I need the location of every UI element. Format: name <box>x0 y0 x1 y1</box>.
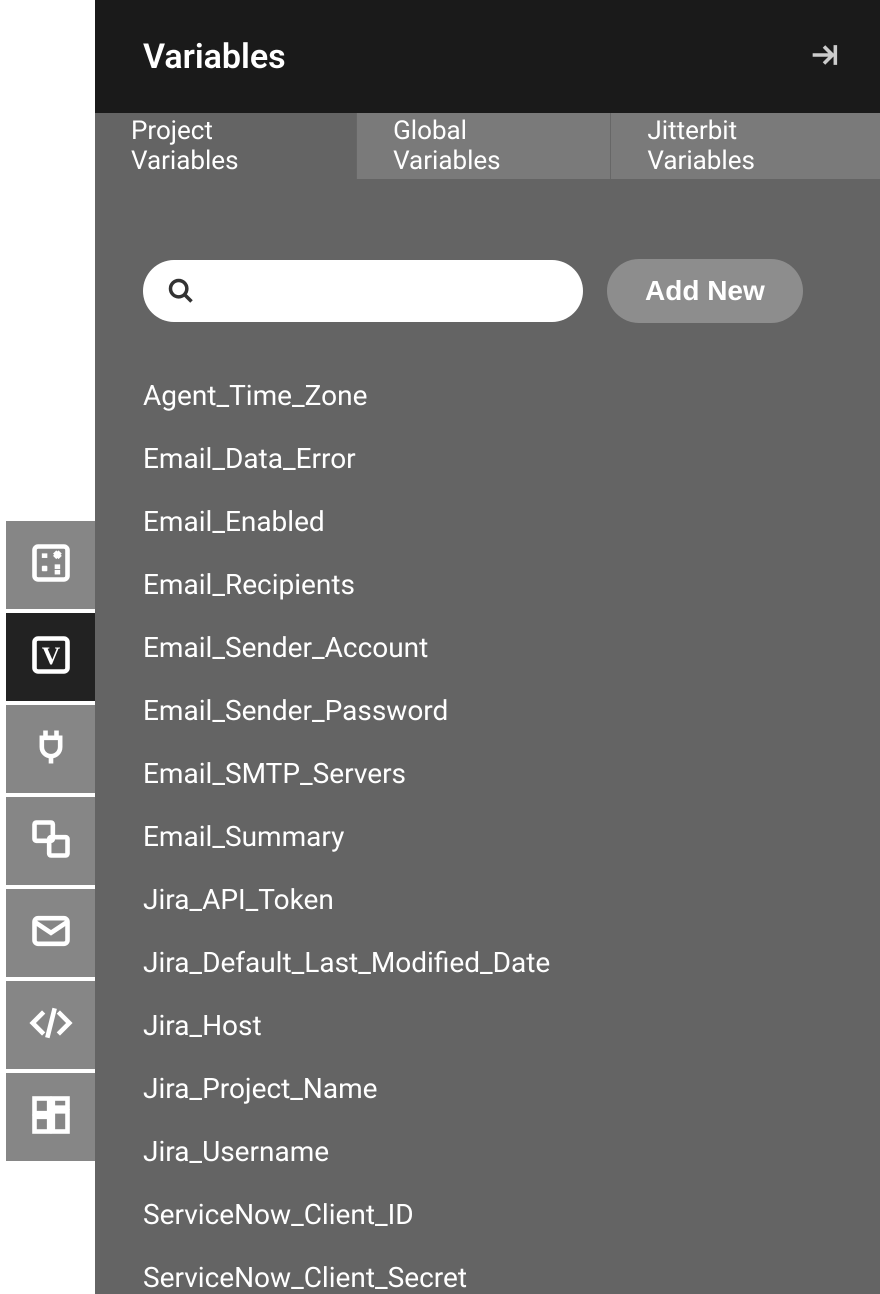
variable-item[interactable]: Jira_Host <box>143 1009 832 1042</box>
variable-item[interactable]: ServiceNow_Client_ID <box>143 1198 832 1231</box>
main-panel: Variables Project Variables Global Varia… <box>95 0 880 1294</box>
mail-icon <box>29 909 73 957</box>
search-input[interactable] <box>143 260 583 322</box>
tab-jitterbit-variables[interactable]: Jitterbit Variables <box>610 113 880 179</box>
calculator-icon <box>29 541 73 589</box>
variable-item[interactable]: ServiceNow_Client_Secret <box>143 1261 832 1294</box>
variable-item[interactable]: Jira_Username <box>143 1135 832 1168</box>
rail-connectors[interactable] <box>6 705 95 793</box>
variable-item[interactable]: Email_Data_Error <box>143 442 832 475</box>
grid-icon <box>29 1093 73 1141</box>
left-rail: V <box>0 0 95 1294</box>
svg-text:V: V <box>41 641 60 670</box>
variable-item[interactable]: Email_Sender_Account <box>143 631 832 664</box>
panel-title: Variables <box>143 37 286 77</box>
content-area: Add New Agent_Time_Zone Email_Data_Error… <box>95 179 880 1294</box>
code-icon <box>29 1001 73 1049</box>
collapse-right-icon <box>807 38 841 76</box>
collapse-button[interactable] <box>804 37 844 77</box>
variable-item[interactable]: Email_Enabled <box>143 505 832 538</box>
search-wrap <box>143 260 583 322</box>
rail-scripts[interactable] <box>6 981 95 1069</box>
panel-header: Variables <box>95 0 880 113</box>
variable-item[interactable]: Jira_API_Token <box>143 883 832 916</box>
variable-list: Agent_Time_Zone Email_Data_Error Email_E… <box>143 379 832 1294</box>
rail-variables[interactable]: V <box>6 613 95 701</box>
toolbar: Add New <box>143 259 832 323</box>
tab-label: Jitterbit Variables <box>647 116 844 176</box>
tab-label: Global Variables <box>393 116 574 176</box>
tabs: Project Variables Global Variables Jitte… <box>95 113 880 179</box>
tab-project-variables[interactable]: Project Variables <box>95 113 356 179</box>
variable-item[interactable]: Agent_Time_Zone <box>143 379 832 412</box>
plug-icon <box>29 725 73 773</box>
link-icon <box>29 817 73 865</box>
variable-item[interactable]: Jira_Project_Name <box>143 1072 832 1105</box>
add-new-button[interactable]: Add New <box>607 259 803 323</box>
search-icon <box>167 277 195 305</box>
rail-calculator[interactable] <box>6 521 95 609</box>
variables-icon: V <box>29 633 73 681</box>
variable-item[interactable]: Email_Sender_Password <box>143 694 832 727</box>
rail-email[interactable] <box>6 889 95 977</box>
rail-components[interactable] <box>6 1073 95 1161</box>
rail-schemas[interactable] <box>6 797 95 885</box>
tab-global-variables[interactable]: Global Variables <box>356 113 610 179</box>
variable-item[interactable]: Email_Recipients <box>143 568 832 601</box>
tab-label: Project Variables <box>131 116 320 176</box>
variable-item[interactable]: Email_Summary <box>143 820 832 853</box>
variable-item[interactable]: Email_SMTP_Servers <box>143 757 832 790</box>
variable-item[interactable]: Jira_Default_Last_Modified_Date <box>143 946 832 979</box>
